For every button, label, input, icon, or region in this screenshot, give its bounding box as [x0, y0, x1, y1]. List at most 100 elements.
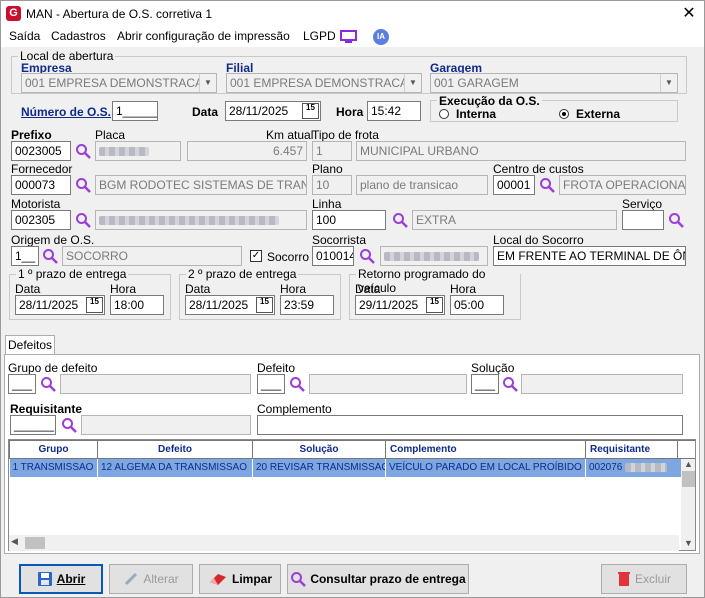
radio-externa[interactable] — [559, 109, 569, 119]
origem-input[interactable]: 1__ — [11, 246, 39, 266]
excluir-button[interactable]: Excluir — [601, 564, 687, 594]
menu-abrir-config[interactable]: Abrir configuração de impressão — [117, 29, 290, 43]
prazo1-hora-input[interactable]: 18:00 — [110, 295, 164, 315]
search-icon[interactable] — [539, 177, 555, 193]
col-header-requisitante[interactable]: Requisitante — [585, 440, 678, 459]
servico-input[interactable] — [622, 210, 664, 230]
search-icon[interactable] — [392, 212, 408, 228]
chevron-down-icon[interactable]: ▼ — [660, 74, 677, 92]
origem-label: Origem de O.S. — [11, 233, 95, 247]
chevron-down-icon[interactable]: ▼ — [199, 74, 216, 92]
pencil-icon — [125, 572, 138, 586]
close-icon[interactable]: ✕ — [677, 3, 701, 25]
h-scroll-thumb[interactable] — [25, 537, 45, 549]
km-label: Km atual — [266, 128, 314, 142]
search-icon[interactable] — [502, 376, 518, 392]
search-icon[interactable] — [61, 417, 77, 433]
col-header-complemento[interactable]: Complemento — [385, 440, 586, 459]
requisitante-value — [81, 415, 251, 435]
search-icon[interactable] — [359, 248, 375, 264]
socorro-checkbox[interactable]: ✓ — [250, 250, 262, 262]
redacted-mask — [99, 147, 149, 157]
requisitante-input[interactable]: ______ — [10, 415, 56, 435]
horizontal-scrollbar[interactable]: ◀ — [9, 535, 679, 551]
socorrista-input[interactable]: 010014 — [312, 246, 354, 266]
chevron-down-icon[interactable]: ▼ — [404, 74, 421, 92]
numero-os-label: Número de O.S. — [21, 105, 112, 119]
calendar-icon[interactable]: 15 — [86, 297, 103, 313]
trash-icon — [617, 572, 630, 586]
calendar-icon[interactable]: 15 — [302, 103, 319, 119]
local-socorro-label: Local do Socorro — [493, 233, 584, 247]
garagem-select[interactable]: 001 GARAGEM ▼ — [430, 73, 678, 93]
empresa-select[interactable]: 001 EMPRESA DEMONSTRACAO ▼ — [21, 73, 217, 93]
motorista-label: Motorista — [11, 197, 61, 211]
table-row[interactable]: 1 TRANSMISSAO 12 ALGEMA DA TRANSMISSAO 2… — [9, 458, 695, 477]
redacted-mask — [384, 252, 479, 262]
redacted-mask — [99, 216, 279, 226]
filial-value: 001 EMPRESA DEMONSTRACAO — [230, 76, 418, 90]
search-icon[interactable] — [75, 143, 91, 159]
fornecedor-value: BGM RODOTEC SISTEMAS DE TRANSP( — [95, 175, 307, 195]
solucao-input[interactable]: ___ — [471, 374, 499, 394]
abrir-button[interactable]: Abrir — [19, 564, 103, 594]
defeito-input[interactable]: ___ — [257, 374, 285, 394]
consultar-prazo-button[interactable]: Consultar prazo de entrega — [287, 564, 469, 594]
cell-requisitante-code: 002076 — [589, 462, 623, 474]
scroll-left-icon[interactable]: ◀ — [11, 536, 18, 547]
save-icon — [37, 572, 52, 586]
retorno-hora-input[interactable]: 05:00 — [450, 295, 504, 315]
tipo-frota-code: 1 — [312, 141, 352, 161]
search-icon[interactable] — [40, 376, 56, 392]
search-icon[interactable] — [668, 212, 684, 228]
cell-solucao[interactable]: 20 REVISAR TRANSMISSAO — [252, 458, 386, 477]
origem-value: SOCORRO — [62, 246, 242, 266]
filial-select[interactable]: 001 EMPRESA DEMONSTRACAO ▼ — [226, 73, 422, 93]
alterar-button[interactable]: Alterar — [109, 564, 193, 594]
servico-label: Serviço — [622, 197, 663, 211]
tab-defeitos[interactable]: Defeitos — [5, 335, 55, 355]
cell-requisitante[interactable]: 002076 — [586, 459, 678, 477]
search-icon[interactable] — [42, 248, 58, 264]
radio-interna[interactable] — [439, 109, 449, 119]
empresa-value: 001 EMPRESA DEMONSTRACAO — [25, 76, 213, 90]
menu-lgpd[interactable]: LGPD — [303, 29, 336, 43]
cell-grupo[interactable]: 1 TRANSMISSAO — [9, 458, 98, 477]
calendar-icon[interactable]: 15 — [426, 297, 443, 313]
ia-icon[interactable]: IA — [373, 29, 389, 45]
cell-complemento[interactable]: VEÍCULO PARADO EM LOCAL PROÍBIDO — [385, 458, 586, 477]
prazo2-title: 2 º prazo de entrega — [186, 267, 299, 281]
scroll-up-icon[interactable]: ▲ — [681, 459, 695, 469]
hora-input[interactable]: 15:42 — [367, 101, 421, 121]
fornecedor-input[interactable]: 000073 — [11, 175, 71, 195]
col-header-grupo[interactable]: Grupo — [9, 440, 98, 459]
menu-cadastros[interactable]: Cadastros — [51, 29, 106, 43]
complemento-input[interactable] — [257, 415, 683, 435]
search-icon[interactable] — [75, 177, 91, 193]
vertical-scrollbar[interactable]: ▲ ▼ — [681, 459, 695, 550]
redacted-mask — [625, 463, 668, 473]
calendar-icon[interactable]: 15 — [256, 297, 273, 313]
monitor-icon[interactable] — [340, 30, 357, 44]
socorrista-label: Socorrista — [312, 233, 367, 247]
grupo-defeito-input[interactable]: ___ — [8, 374, 36, 394]
col-header-defeito[interactable]: Defeito — [97, 440, 253, 459]
linha-input[interactable]: 100 — [312, 210, 386, 230]
numero-os-input[interactable]: 1______ — [112, 101, 158, 121]
centro-custos-input[interactable]: 00001 — [493, 175, 535, 195]
limpar-button[interactable]: Limpar — [199, 564, 281, 594]
menu-saida[interactable]: Saída — [9, 29, 40, 43]
col-header-solucao[interactable]: Solução — [252, 440, 386, 459]
scroll-thumb[interactable] — [682, 471, 695, 487]
prefixo-input[interactable]: 0023005 — [11, 141, 71, 161]
cell-defeito[interactable]: 12 ALGEMA DA TRANSMISSAO — [97, 458, 253, 477]
prazo2-hora-input[interactable]: 23:59 — [280, 295, 334, 315]
prazo1-hora-label: Hora — [110, 282, 137, 296]
requisitante-label: Requisitante — [10, 402, 83, 416]
search-icon[interactable] — [75, 212, 91, 228]
grupo-defeito-label: Grupo de defeito — [8, 361, 98, 375]
search-icon[interactable] — [289, 376, 305, 392]
scroll-down-icon[interactable]: ▼ — [681, 538, 695, 548]
motorista-input[interactable]: 002305 — [11, 210, 71, 230]
local-socorro-input[interactable]: EM FRENTE AO TERMINAL DE ÔNIBUS — [493, 246, 686, 266]
